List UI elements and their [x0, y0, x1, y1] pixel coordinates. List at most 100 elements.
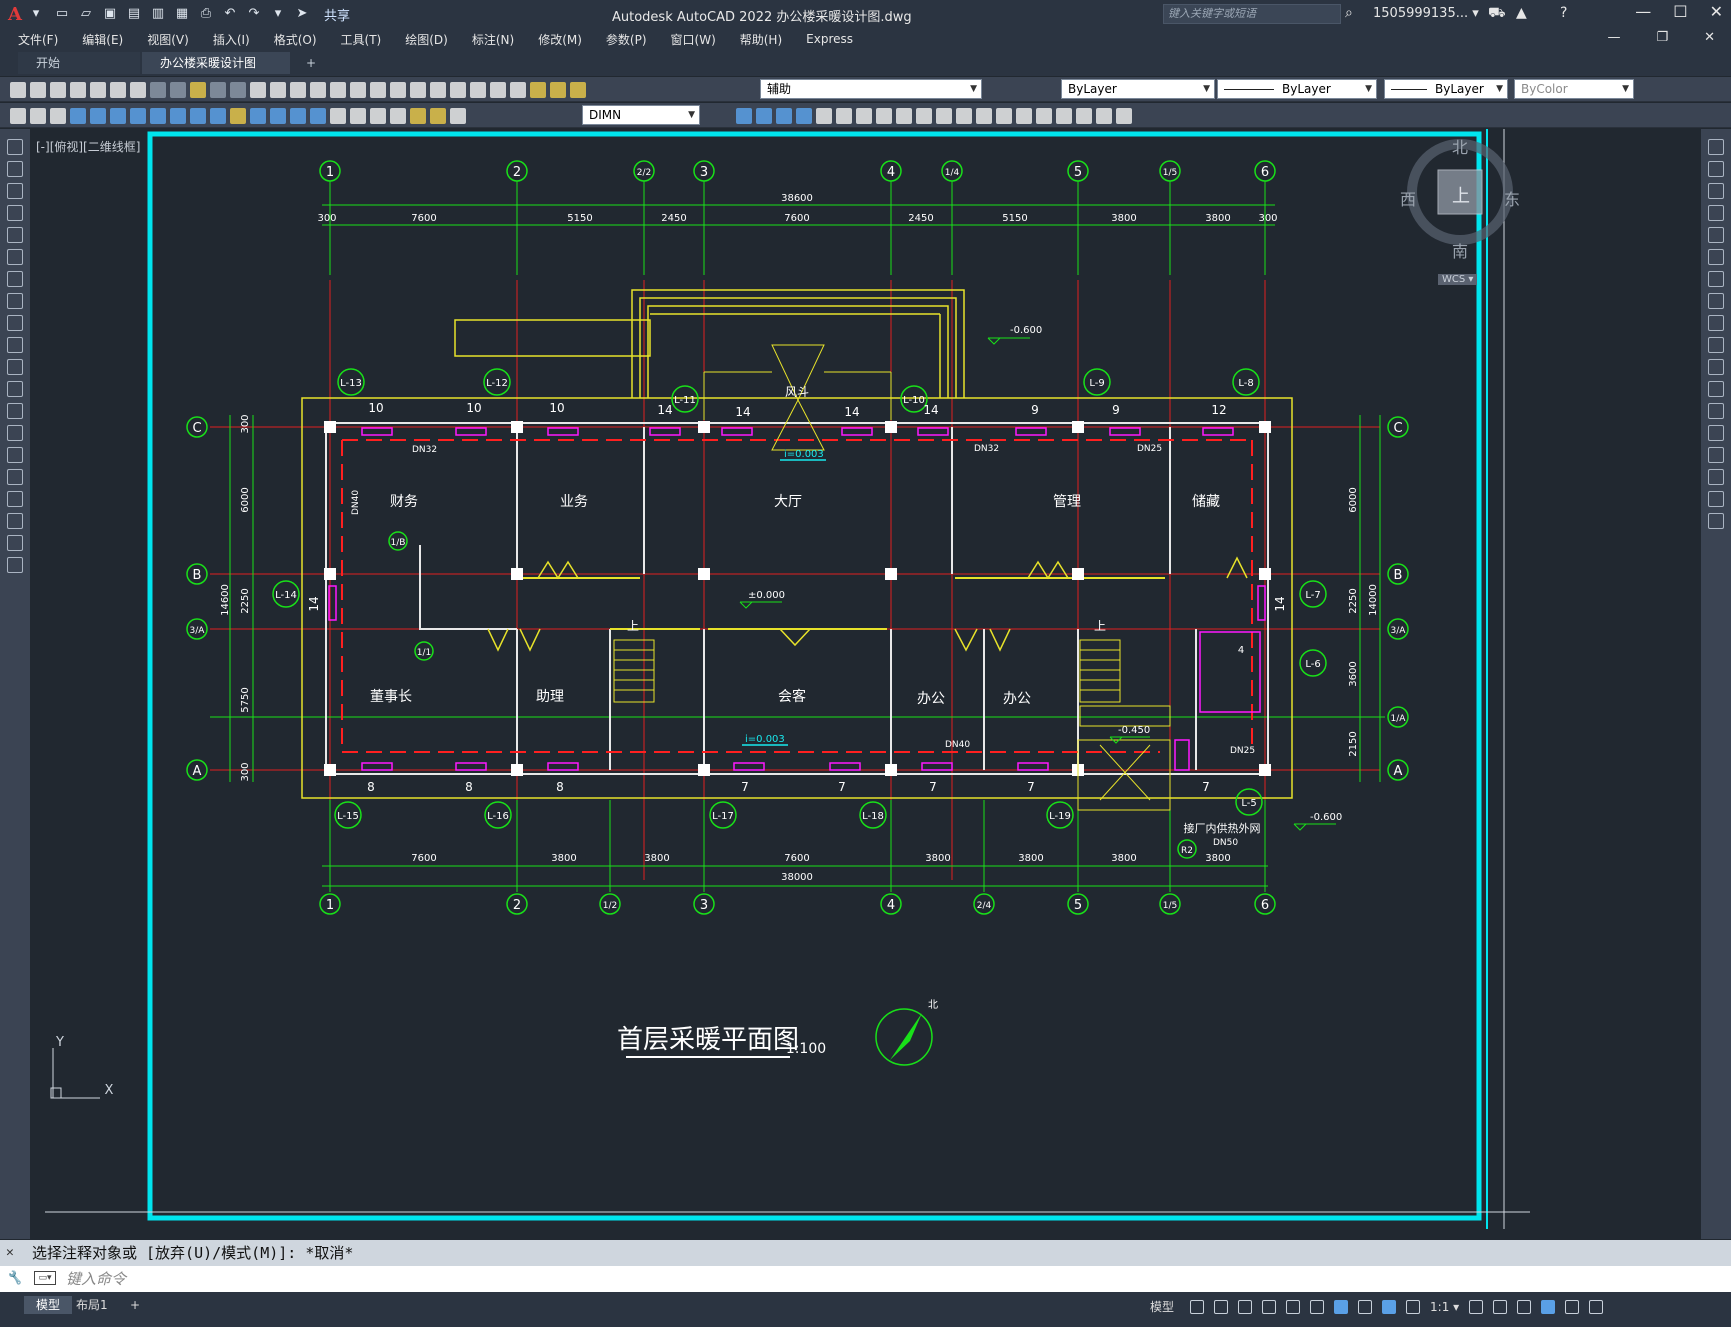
viewcube[interactable]: 北 南 东 西 上 WCS ▾: [1400, 130, 1520, 300]
sheet-set-icon[interactable]: [430, 82, 446, 98]
table-draw-icon[interactable]: [7, 513, 23, 529]
zoom-realtime-icon[interactable]: [310, 82, 326, 98]
menu-parametric[interactable]: 参数(P): [606, 31, 647, 48]
ellipse-arc-icon[interactable]: [7, 359, 23, 375]
menu-draw[interactable]: 绘图(D): [405, 31, 448, 48]
linear-dim-icon[interactable]: [70, 108, 86, 124]
mirror-right-icon[interactable]: [1708, 183, 1724, 199]
point-icon[interactable]: [7, 425, 23, 441]
menu-format[interactable]: 格式(O): [274, 31, 317, 48]
arc-icon[interactable]: [7, 249, 23, 265]
cart-icon[interactable]: ⛟: [1488, 5, 1506, 23]
jogged-dim-icon[interactable]: [170, 108, 186, 124]
tool-palette-icon[interactable]: [410, 82, 426, 98]
arc-length-icon[interactable]: [110, 108, 126, 124]
open-web-icon[interactable]: ▥: [150, 6, 166, 22]
make-block-icon[interactable]: [7, 403, 23, 419]
publish-icon[interactable]: [110, 82, 126, 98]
design-center-icon[interactable]: [390, 82, 406, 98]
center-mark-icon[interactable]: [350, 108, 366, 124]
hardware-accel-icon[interactable]: [1541, 1299, 1556, 1314]
modify-icon-3[interactable]: [50, 108, 66, 124]
layer-thaw-icon[interactable]: [550, 82, 566, 98]
lineweight-dropdown[interactable]: ByLayer ▼: [1384, 79, 1508, 99]
block-editor-icon[interactable]: [230, 82, 246, 98]
polar-icon[interactable]: [1262, 1299, 1277, 1314]
modify-icon-1[interactable]: [10, 108, 26, 124]
plotstyle-dropdown[interactable]: ByColor ▼: [1514, 79, 1634, 99]
tab-drawing[interactable]: 办公楼采暖设计图*×: [142, 52, 290, 92]
settings-gear-icon[interactable]: [1469, 1299, 1484, 1314]
viewcube-south[interactable]: 南: [1452, 238, 1468, 262]
table-icon[interactable]: [1036, 108, 1052, 124]
copy-obj-icon[interactable]: [736, 108, 752, 124]
menu-view[interactable]: 视图(V): [147, 31, 189, 48]
add-selected-icon[interactable]: [7, 557, 23, 573]
angular-dim-icon[interactable]: [210, 108, 226, 124]
annotation-scale[interactable]: 1:1 ▾: [1430, 1300, 1459, 1314]
dim-update-icon[interactable]: [450, 108, 466, 124]
fullscreen-icon[interactable]: [1565, 1299, 1580, 1314]
zoom-previous-icon[interactable]: [350, 82, 366, 98]
join-icon[interactable]: [956, 108, 972, 124]
tab-start[interactable]: 开始: [18, 52, 140, 74]
save-web-icon[interactable]: ▦: [174, 6, 190, 22]
erase-icon[interactable]: [1708, 139, 1724, 155]
doc-close-icon[interactable]: ✕: [1704, 30, 1715, 45]
rotate-right-icon[interactable]: [1708, 271, 1724, 287]
maximize-icon[interactable]: ☐: [1673, 2, 1687, 21]
customize-qat-icon[interactable]: ▾: [270, 6, 286, 22]
close-icon[interactable]: ✕: [1710, 2, 1723, 21]
wcs-menu[interactable]: WCS ▾: [1438, 274, 1478, 285]
zoom-window-icon[interactable]: [330, 82, 346, 98]
open-icon[interactable]: [30, 82, 46, 98]
break-point-icon[interactable]: [1708, 381, 1724, 397]
calculator-icon[interactable]: [470, 82, 486, 98]
inspect-icon[interactable]: [370, 108, 386, 124]
chamfer-right-icon[interactable]: [1708, 447, 1724, 463]
save-as-icon[interactable]: ▤: [126, 6, 142, 22]
isolate-icon[interactable]: [1517, 1299, 1532, 1314]
viewcube-west[interactable]: 西: [1400, 186, 1416, 210]
autodesk-app-icon[interactable]: ▲: [1516, 5, 1527, 21]
array-icon[interactable]: [796, 108, 812, 124]
fillet-right-icon[interactable]: [1708, 469, 1724, 485]
extend-icon[interactable]: [916, 108, 932, 124]
doc-minimize-icon[interactable]: —: [1607, 30, 1620, 45]
continue-dim-icon[interactable]: [270, 108, 286, 124]
open-file-icon[interactable]: ▱: [78, 6, 94, 22]
ortho-icon[interactable]: [1238, 1299, 1253, 1314]
markup-icon[interactable]: [450, 82, 466, 98]
3d-print-icon[interactable]: [130, 82, 146, 98]
share-icon[interactable]: ➤: [294, 6, 310, 22]
menu-express[interactable]: Express: [806, 32, 853, 46]
array-right-icon[interactable]: [1708, 227, 1724, 243]
dim-edit-icon[interactable]: [410, 108, 426, 124]
plot-toolbar-icon[interactable]: [70, 82, 86, 98]
user-account[interactable]: 1505999135... ▾: [1373, 6, 1479, 21]
menu-file[interactable]: 文件(F): [18, 31, 58, 48]
properties-icon[interactable]: [370, 82, 386, 98]
circle-icon[interactable]: [7, 271, 23, 287]
viewport-controls[interactable]: [-][俯视][二维线框]: [36, 138, 140, 155]
break-right-icon[interactable]: [1708, 403, 1724, 419]
dimstyle-dropdown[interactable]: DIMN ▼: [582, 105, 700, 125]
revcloud-icon[interactable]: [7, 293, 23, 309]
gradient-icon[interactable]: [1096, 108, 1112, 124]
layer-on-icon[interactable]: [530, 82, 546, 98]
match-prop-icon[interactable]: [210, 82, 226, 98]
save-toolbar-icon[interactable]: [50, 82, 66, 98]
trim-right-icon[interactable]: [1708, 337, 1724, 353]
redo-icon[interactable]: ↷: [246, 6, 262, 22]
stretch-right-icon[interactable]: [1708, 315, 1724, 331]
grid-icon[interactable]: [1190, 1299, 1205, 1314]
pan-icon[interactable]: [290, 82, 306, 98]
quick-dim-icon[interactable]: [230, 108, 246, 124]
offset-right-icon[interactable]: [1708, 205, 1724, 221]
polyline-icon[interactable]: [7, 183, 23, 199]
construction-line-icon[interactable]: [7, 161, 23, 177]
menu-dimension[interactable]: 标注(N): [472, 31, 514, 48]
help-icon[interactable]: ?: [1560, 5, 1567, 21]
new-tab-button[interactable]: +: [298, 52, 324, 74]
snap-icon[interactable]: [1214, 1299, 1229, 1314]
